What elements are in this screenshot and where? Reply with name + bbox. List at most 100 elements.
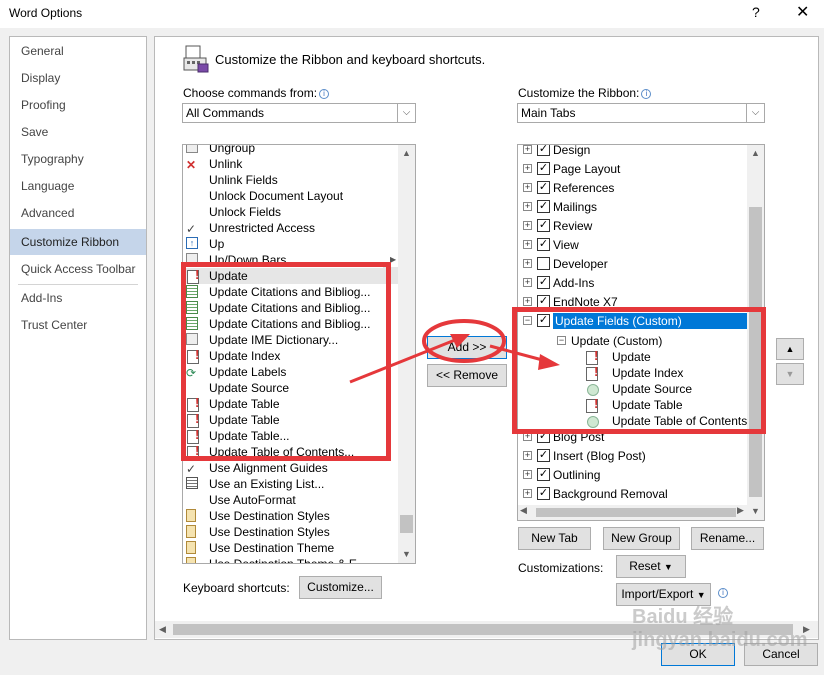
nav-item-advanced[interactable]: Advanced [10, 200, 146, 226]
scroll-left-icon[interactable]: ◀ [520, 505, 527, 516]
command-item[interactable]: Ungroup [183, 145, 398, 156]
command-item[interactable]: Use AutoFormat [183, 492, 398, 508]
tab-checkbox[interactable]: ✓ [537, 449, 550, 462]
help-button[interactable]: ? [752, 4, 760, 20]
command-item[interactable]: Use Destination Theme [183, 540, 398, 556]
ribbon-tabs-dropdown[interactable]: Main Tabs ⌵ [517, 103, 765, 123]
command-label: Use Destination Styles [209, 509, 330, 523]
ribbon-tree-item[interactable]: + ✓ View [518, 237, 748, 253]
command-label: Up [209, 237, 225, 251]
expand-icon[interactable]: + [523, 145, 532, 154]
command-item[interactable]: Unlink Fields [183, 172, 398, 188]
nav-item-general[interactable]: General [10, 38, 146, 64]
scroll-thumb[interactable] [400, 515, 413, 533]
arrow-head-2 [538, 354, 560, 370]
reset-button[interactable]: Reset ▼ [616, 555, 686, 578]
tab-checkbox[interactable]: ✓ [537, 200, 550, 213]
expand-icon[interactable]: + [523, 240, 532, 249]
tab-checkbox[interactable]: ✓ [537, 162, 550, 175]
tab-checkbox[interactable]: ✓ [537, 219, 550, 232]
scroll-up-icon[interactable]: ▲ [747, 145, 764, 162]
nav-item-language[interactable]: Language [10, 173, 146, 199]
scroll-right-icon[interactable]: ▶ [737, 505, 744, 516]
ribbon-tree-item[interactable]: + ✓ Outlining [518, 467, 748, 483]
nav-item-proofing[interactable]: Proofing [10, 92, 146, 118]
ribbon-tree-item[interactable]: + ✓ Mailings [518, 199, 748, 215]
scroll-up-icon[interactable]: ▲ [398, 145, 415, 162]
info-icon: i [319, 89, 330, 99]
expand-icon[interactable]: + [523, 202, 532, 211]
ribbon-tree-label: Add-Ins [553, 276, 595, 290]
scroll-left-icon[interactable]: ◀ [159, 624, 166, 635]
command-item[interactable]: Use Destination Styles [183, 508, 398, 524]
choose-commands-value: All Commands [186, 106, 265, 120]
rename-button[interactable]: Rename... [691, 527, 764, 550]
nav-item-typography[interactable]: Typography [10, 146, 146, 172]
expand-icon[interactable]: + [523, 470, 532, 479]
expand-icon[interactable]: + [523, 489, 532, 498]
ribbon-tree-item[interactable]: + ✓ References [518, 180, 748, 196]
expand-icon[interactable]: + [523, 451, 532, 460]
ribbon-tree-item[interactable]: + ✓ Design [518, 145, 748, 158]
expand-icon[interactable]: + [523, 164, 532, 173]
command-item[interactable]: ✕ Unlink [183, 156, 398, 172]
expand-icon[interactable]: + [523, 278, 532, 287]
tab-checkbox[interactable]: ✓ [537, 238, 550, 251]
new-tab-button[interactable]: New Tab [518, 527, 591, 550]
ribbon-tree-label: View [553, 238, 579, 252]
command-label: Use Destination Theme [209, 541, 335, 555]
command-item[interactable]: ↑ Up [183, 236, 398, 252]
command-item[interactable]: ✓ Unrestricted Access [183, 220, 398, 236]
move-down-icon: ▼ [785, 369, 795, 379]
choose-commands-label: Choose commands from: i [183, 86, 330, 100]
nav-item-display[interactable]: Display [10, 65, 146, 91]
ribbon-tree-item[interactable]: + ✓ Insert (Blog Post) [518, 448, 748, 464]
command-item[interactable]: Unlock Document Layout [183, 188, 398, 204]
customize-shortcuts-button[interactable]: Customize... [299, 576, 382, 599]
ribbon-tree-item[interactable]: + ✓ Add-Ins [518, 275, 748, 291]
command-item[interactable]: Use Destination Styles [183, 524, 398, 540]
scroll-down-icon[interactable]: ▼ [747, 503, 764, 520]
new-group-button[interactable]: New Group [603, 527, 680, 550]
move-up-button[interactable]: ▲ [776, 338, 804, 360]
hscroll-thumb[interactable] [536, 508, 736, 517]
check-icon: ✓ [186, 462, 197, 476]
ribbon-tree-item[interactable]: + ✓ Background Removal [518, 486, 748, 502]
ribbon-tree-label: Insert (Blog Post) [553, 449, 646, 463]
unlink-icon: ✕ [186, 158, 197, 172]
command-label: Unlink Fields [209, 173, 278, 187]
ribbon-hscrollbar[interactable]: ◀ ▶ [518, 505, 748, 520]
nav-item-save[interactable]: Save [10, 119, 146, 145]
import-export-label: Import/Export [621, 587, 694, 601]
command-label: Use Alignment Guides [209, 461, 328, 475]
command-label: Unlock Fields [209, 205, 282, 219]
nav-item-add-ins[interactable]: Add-Ins [10, 285, 146, 311]
command-item[interactable]: Use an Existing List... [183, 476, 398, 492]
command-label: Unlink [209, 157, 243, 171]
ribbon-tree-item[interactable]: + Developer [518, 256, 748, 272]
move-down-button[interactable]: ▼ [776, 363, 804, 385]
command-item[interactable]: Unlock Fields [183, 204, 398, 220]
choose-commands-dropdown[interactable]: All Commands ⌵ [182, 103, 416, 123]
close-button[interactable]: ✕ [796, 2, 809, 22]
tab-checkbox[interactable] [537, 257, 550, 270]
window-title: Word Options [9, 6, 83, 20]
expand-icon[interactable]: + [523, 221, 532, 230]
nav-item-quick-access-toolbar[interactable]: Quick Access Toolbar [10, 256, 146, 282]
expand-icon[interactable]: + [523, 183, 532, 192]
command-item[interactable]: ✓ Use Alignment Guides [183, 460, 398, 476]
ribbon-tree-item[interactable]: + ✓ Page Layout [518, 161, 748, 177]
command-item[interactable]: Use Destination Theme & E... [183, 556, 398, 563]
ribbon-tree-item[interactable]: + ✓ Review [518, 218, 748, 234]
tab-checkbox[interactable]: ✓ [537, 276, 550, 289]
ribbon-tree-label: Mailings [553, 200, 598, 214]
caret-down-icon: ▼ [663, 562, 673, 572]
tab-checkbox[interactable]: ✓ [537, 468, 550, 481]
expand-icon[interactable]: + [523, 259, 532, 268]
nav-item-customize-ribbon[interactable]: Customize Ribbon [10, 229, 146, 255]
tab-checkbox[interactable]: ✓ [537, 487, 550, 500]
tab-checkbox[interactable]: ✓ [537, 181, 550, 194]
scroll-down-icon[interactable]: ▼ [398, 546, 415, 563]
nav-item-trust-center[interactable]: Trust Center [10, 312, 146, 338]
tab-checkbox[interactable]: ✓ [537, 145, 550, 156]
